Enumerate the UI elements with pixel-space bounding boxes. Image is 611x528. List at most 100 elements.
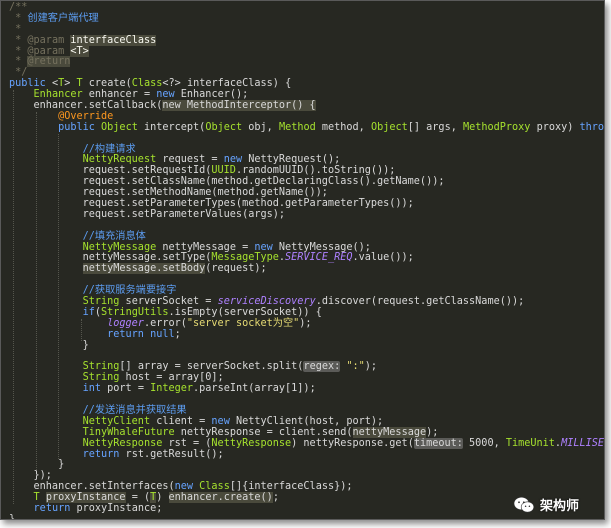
code-token: UUID (211, 165, 236, 177)
watermark-text: 架构师 (540, 499, 580, 514)
code-token: .discover(request.getClassName()); (315, 296, 525, 308)
watermark: 架构师 (513, 495, 579, 514)
code-token: create( (82, 78, 132, 90)
code-line: * @param interfaceClass (9, 34, 604, 47)
code-token: (request); (205, 263, 267, 275)
code-token: 创建客户端代理 (27, 12, 99, 24)
code-token: NettyClient (82, 415, 151, 427)
code-token: * (9, 34, 28, 46)
code-token: public (58, 121, 95, 133)
code-token: host = array[0]; (119, 372, 224, 384)
code-line: return rst.getResult(); (9, 448, 604, 461)
code-token: [] array = serverSocket.split( (119, 361, 304, 373)
code-token: enhancer.setInterfaces( (9, 481, 175, 493)
code-token: request.setParameterValues(args); (9, 208, 286, 220)
code-token: nettyMessage = (156, 241, 255, 253)
code-token: TimeUnit (505, 437, 555, 449)
code-editor-window: /** * 创建客户端代理 * * @param interfaceClass … (0, 0, 605, 520)
code-line: nettyMessage.setBody(request); (9, 263, 604, 275)
code-token: intercept( (137, 121, 206, 133)
code-token: ":" (346, 361, 365, 373)
code-token: * (9, 56, 28, 68)
code-token: MessageType (211, 252, 279, 264)
code-token: return (33, 502, 71, 514)
code-token: nettyMessage (352, 426, 427, 438)
code-token: Enhancer(); (174, 89, 249, 101)
code-token: request = (156, 154, 224, 166)
code-token: [] args, (407, 121, 463, 133)
code-token: []{interfaceClass}); (229, 481, 353, 493)
code-line: int port = Integer.parseInt(array[1]); (9, 383, 604, 395)
code-token: nettyMessage.setBody (82, 263, 206, 275)
code-token: serviceDiscovery (217, 296, 316, 308)
code-token: @param (27, 45, 65, 57)
code-token: //构建请求 (82, 143, 136, 155)
code-token: timeout: (413, 437, 463, 449)
code-token: String (82, 361, 120, 373)
code-token: NettyRequest (82, 154, 157, 166)
code-area[interactable]: /** * 创建客户端代理 * * @param interfaceClass … (9, 2, 604, 520)
code-token: NettyMessage(); (272, 241, 371, 253)
code-token: < (45, 78, 59, 90)
code-token: client = (150, 415, 212, 427)
code-token: Integer (150, 383, 194, 395)
code-token: enhancer.setCallback( (9, 100, 163, 112)
code-token: * (9, 23, 22, 35)
code-line: * @param <T> (9, 45, 604, 58)
code-token: logger (107, 317, 144, 329)
code-line: public Object intercept(Object obj, Meth… (9, 121, 604, 134)
code-token: <T> (70, 45, 89, 57)
code-token: NettyResponse (82, 437, 163, 449)
code-token: } (9, 459, 65, 471)
code-token: Method (278, 121, 316, 133)
code-line: request.setParameterValues(args); (9, 208, 604, 221)
code-token: ; (272, 492, 279, 504)
code-token: rst = ( (162, 437, 212, 449)
code-token: @param (27, 34, 65, 46)
code-token: SERVICE_REQ (285, 252, 353, 264)
code-token: String (82, 372, 120, 384)
code-token: Enhancer (33, 89, 83, 101)
code-token: //获取服务端要接字 (82, 285, 177, 297)
code-token: MethodProxy (462, 121, 531, 133)
code-token: > (64, 78, 77, 90)
code-token: interfaceClass (70, 34, 157, 46)
code-token: Class (131, 78, 163, 90)
code-token: /** (9, 2, 28, 13)
code-token: return (107, 328, 144, 340)
code-token: new (156, 89, 175, 101)
code-token: NettyClient(host, port); (229, 415, 384, 427)
code-token: //填充消息体 (82, 230, 146, 242)
code-token: NettyResponse (211, 437, 292, 449)
code-token: */ (9, 67, 28, 79)
code-token: request.setParameterTypes(method.getPara… (9, 198, 414, 210)
code-token: return (82, 448, 120, 460)
code-token: TinyWhaleFuture (82, 426, 175, 438)
code-token: }); (9, 470, 52, 482)
code-token: } (9, 513, 16, 520)
code-token: proxy) (530, 121, 580, 133)
code-token: Object (205, 121, 243, 133)
code-line: * @return (9, 56, 604, 68)
code-token: Object (101, 121, 138, 133)
code-line: return null; (9, 328, 604, 341)
code-token: enhancer = (82, 89, 157, 101)
code-token: ; (174, 328, 181, 340)
